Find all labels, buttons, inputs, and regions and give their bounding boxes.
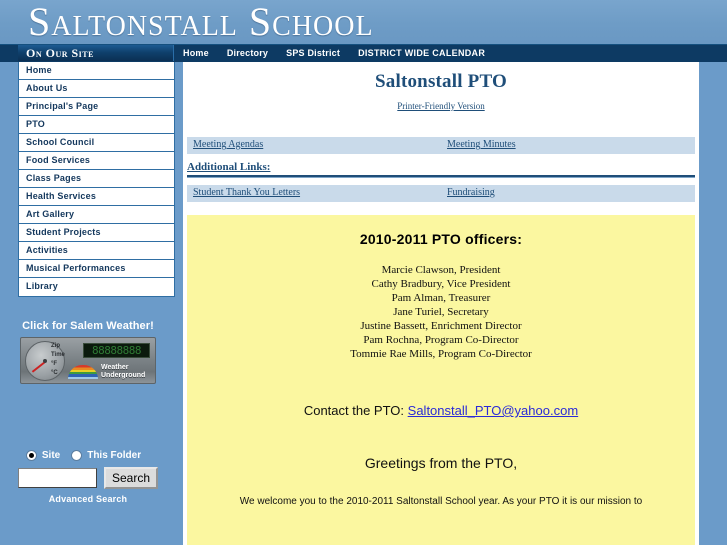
officer-entry: Pam Alman, Treasurer bbox=[391, 292, 491, 304]
officer-entry: Cathy Bradbury, Vice President bbox=[371, 278, 511, 290]
sidebar-item-class-pages[interactable]: Class Pages bbox=[19, 170, 174, 188]
radio-scope-site-label[interactable]: Site bbox=[42, 450, 60, 461]
officers-heading: 2010-2011 PTO officers: bbox=[359, 231, 523, 247]
weather-underground-brand: Weather Underground bbox=[101, 364, 145, 380]
search-input[interactable] bbox=[18, 468, 97, 488]
link-cell: Meeting Agendas bbox=[187, 137, 441, 154]
link-cell: Fundraising bbox=[441, 185, 695, 202]
pto-content-panel: 2010-2011 PTO officers: Marcie Clawson, … bbox=[187, 215, 695, 545]
weather-title: Click for Salem Weather! bbox=[22, 320, 154, 332]
sidebar-item-principal-s-page[interactable]: Principal's Page bbox=[19, 98, 174, 116]
officers-list: Marcie Clawson, President Cathy Bradbury,… bbox=[187, 263, 695, 361]
site-banner: Saltonstall School bbox=[0, 0, 727, 44]
top-nav-link-1[interactable]: Directory bbox=[227, 48, 279, 58]
officer-entry: Tommie Rae Mills, Program Co-Director bbox=[350, 348, 532, 360]
gauge-label-fahrenheit: °F bbox=[51, 361, 58, 367]
sidebar-item-art-gallery[interactable]: Art Gallery bbox=[19, 206, 174, 224]
sidebar-item-library[interactable]: Library bbox=[19, 278, 174, 296]
contact-prefix: Contact the PTO: bbox=[303, 403, 405, 418]
sidebar-item-home[interactable]: Home bbox=[19, 62, 174, 80]
link-meeting-minutes[interactable]: Meeting Minutes bbox=[447, 139, 516, 150]
top-nav-link-2[interactable]: SPS District bbox=[286, 48, 351, 58]
search-row: Search bbox=[0, 467, 176, 489]
officer-entry: Jane Turiel, Secretary bbox=[393, 306, 489, 318]
link-bar-additional: Student Thank You Letters Fundraising bbox=[187, 185, 695, 202]
link-cell: Student Thank You Letters bbox=[187, 185, 441, 202]
weather-lcd-display: 88888888 bbox=[83, 343, 150, 358]
search-button[interactable]: Search bbox=[104, 467, 158, 489]
gauge-label-zip: Zip bbox=[51, 343, 60, 349]
page-title: Saltonstall PTO bbox=[375, 71, 507, 92]
top-nav-links: Home Directory SPS District DISTRICT WIDE C… bbox=[183, 45, 503, 61]
link-student-thank-you-letters[interactable]: Student Thank You Letters bbox=[193, 187, 300, 198]
on-our-site-tab: On Our Site bbox=[18, 45, 174, 61]
link-meeting-agendas[interactable]: Meeting Agendas bbox=[193, 139, 263, 150]
sidebar-item-food-services[interactable]: Food Services bbox=[19, 152, 174, 170]
gauge-label-time: Time bbox=[51, 352, 65, 358]
link-fundraising[interactable]: Fundraising bbox=[447, 187, 495, 198]
section-divider bbox=[187, 175, 695, 178]
sidebar-item-activities[interactable]: Activities bbox=[19, 242, 174, 260]
gauge-hub-icon bbox=[43, 359, 47, 363]
sidebar-item-about-us[interactable]: About Us bbox=[19, 80, 174, 98]
top-nav-link-3[interactable]: DISTRICT WIDE CALENDAR bbox=[358, 48, 496, 58]
gauge-label-celsius: °C bbox=[51, 370, 58, 376]
printer-friendly-link[interactable]: Printer-Friendly Version bbox=[183, 101, 699, 111]
link-cell: Meeting Minutes bbox=[441, 137, 695, 154]
officer-entry: Justine Bassett, Enrichment Director bbox=[360, 320, 522, 332]
weather-underground-badge[interactable]: Zip Time °F °C 88888888 Weather Undergro… bbox=[20, 337, 156, 384]
sidebar-menu: Home About Us Principal's Page PTO School Co… bbox=[18, 62, 175, 297]
rainbow-icon bbox=[68, 365, 98, 379]
radio-scope-this-folder[interactable] bbox=[71, 450, 83, 461]
search-widget: Site This Folder Search Advanced Search bbox=[0, 450, 176, 504]
radio-scope-this-folder-label[interactable]: This Folder bbox=[87, 450, 141, 461]
contact-email-link[interactable]: Saltonstall_PTO@yahoo.com bbox=[408, 403, 579, 418]
sidebar-item-student-projects[interactable]: Student Projects bbox=[19, 224, 174, 242]
top-nav-link-0[interactable]: Home bbox=[183, 48, 220, 58]
sidebar-item-school-council[interactable]: School Council bbox=[19, 134, 174, 152]
gauge-labels: Zip Time °F °C bbox=[51, 342, 65, 378]
main-content: Saltonstall PTO Printer-Friendly Version… bbox=[183, 62, 699, 545]
contact-line: Contact the PTO: Saltonstall_PTO@yahoo.c… bbox=[187, 403, 695, 418]
sidebar-item-health-services[interactable]: Health Services bbox=[19, 188, 174, 206]
additional-links-heading: Additional Links: bbox=[187, 161, 271, 173]
weather-widget[interactable]: Click for Salem Weather! Zip Time °F °C … bbox=[0, 320, 176, 389]
search-scope-row: Site This Folder bbox=[0, 450, 176, 461]
officer-entry: Marcie Clawson, President bbox=[381, 264, 501, 276]
left-sidebar: Home About Us Principal's Page PTO School Co… bbox=[0, 62, 176, 545]
sidebar-item-pto[interactable]: PTO bbox=[19, 116, 174, 134]
greetings-heading: Greetings from the PTO, bbox=[364, 455, 518, 471]
intro-paragraph: We welcome you to the 2010-2011 Saltonst… bbox=[239, 496, 643, 507]
page-root: Saltonstall School On Our Site Home Direc… bbox=[0, 0, 727, 545]
radio-scope-site[interactable] bbox=[25, 450, 37, 461]
brand-line-2: Underground bbox=[101, 372, 146, 379]
sidebar-item-musical-performances[interactable]: Musical Performances bbox=[19, 260, 174, 278]
link-bar-primary: Meeting Agendas Meeting Minutes bbox=[187, 137, 695, 154]
advanced-search-link[interactable]: Advanced Search bbox=[0, 494, 176, 504]
site-title: Saltonstall School bbox=[28, 0, 374, 44]
brand-line-1: Weather bbox=[101, 364, 129, 371]
officer-entry: Pam Rochna, Program Co-Director bbox=[363, 334, 519, 346]
